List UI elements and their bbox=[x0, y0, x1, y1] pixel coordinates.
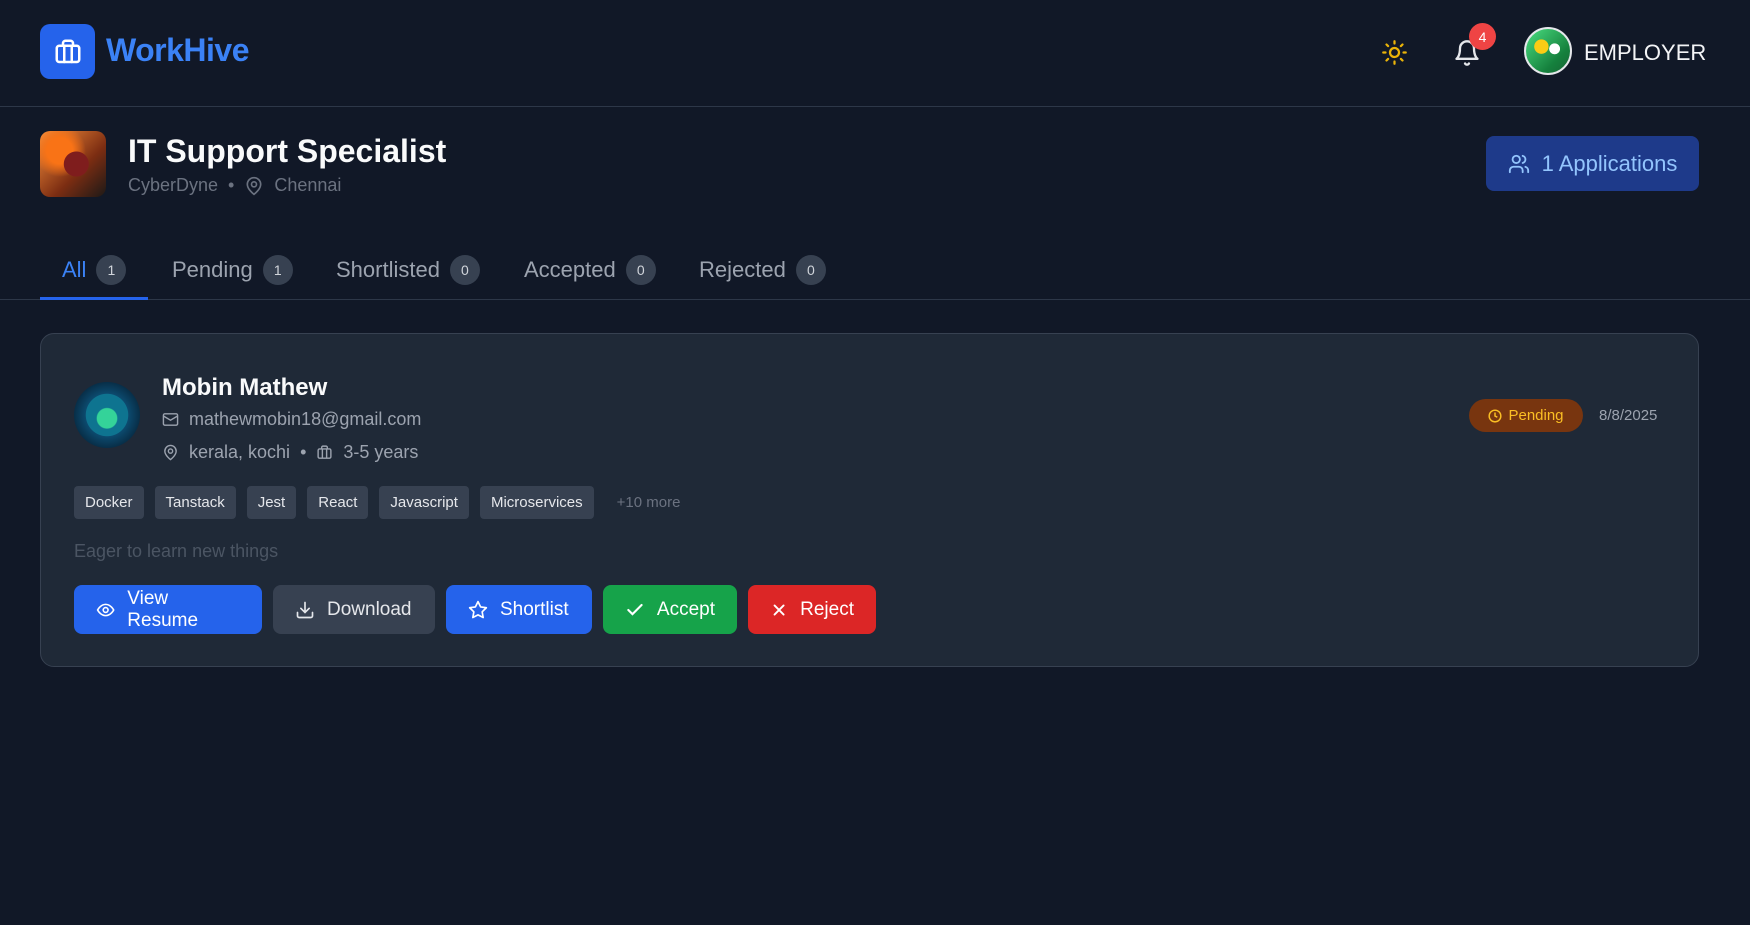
view-resume-button[interactable]: View Resume bbox=[74, 585, 262, 634]
download-button[interactable]: Download bbox=[273, 585, 435, 634]
tab-rejected[interactable]: Rejected 0 bbox=[699, 240, 826, 299]
tab-label: Rejected bbox=[699, 256, 786, 282]
status-label: Pending bbox=[1508, 407, 1564, 424]
user-avatar[interactable] bbox=[1524, 27, 1572, 75]
skills-list: Docker Tanstack Jest React Javascript Mi… bbox=[74, 486, 680, 519]
shortlist-button[interactable]: Shortlist bbox=[446, 585, 592, 634]
tab-label: All bbox=[62, 256, 87, 282]
tab-accepted[interactable]: Accepted 0 bbox=[524, 240, 656, 299]
job-location: Chennai bbox=[274, 175, 342, 195]
skill-tag: Microservices bbox=[479, 486, 594, 519]
view-resume-label: View Resume bbox=[127, 587, 199, 631]
user-role-label[interactable]: EMPLOYER bbox=[1584, 40, 1706, 66]
check-icon bbox=[627, 603, 643, 616]
notification-count-badge: 4 bbox=[1469, 23, 1496, 50]
briefcase-icon bbox=[317, 445, 332, 459]
logo[interactable] bbox=[40, 24, 95, 79]
meta-separator: • bbox=[228, 175, 235, 195]
applicant-card: Mobin Mathew mathewmobin18@gmail.com ker… bbox=[40, 333, 1699, 667]
tab-count: 1 bbox=[96, 254, 127, 285]
mail-icon bbox=[162, 413, 179, 426]
cover-note: Eager to learn new things bbox=[74, 541, 279, 561]
map-pin-icon bbox=[164, 444, 177, 461]
tab-count: 0 bbox=[795, 254, 826, 285]
applicant-experience: 3-5 years bbox=[343, 442, 419, 462]
tab-count: 0 bbox=[625, 254, 656, 285]
applicant-details-row: kerala, kochi • 3-5 years bbox=[162, 442, 418, 463]
tab-count: 0 bbox=[449, 254, 480, 285]
more-skills-link[interactable]: +10 more bbox=[617, 494, 681, 511]
status-tabs: All 1 Pending 1 Shortlisted 0 Accepted 0… bbox=[0, 240, 1750, 300]
reject-button[interactable]: Reject bbox=[748, 585, 876, 634]
reject-label: Reject bbox=[800, 598, 854, 620]
top-navbar: WorkHive 4 EMPLOYER bbox=[0, 0, 1750, 107]
applicant-email: mathewmobin18@gmail.com bbox=[189, 409, 422, 429]
skill-tag: Docker bbox=[74, 486, 144, 519]
briefcase-icon bbox=[55, 39, 80, 63]
download-icon bbox=[296, 601, 314, 618]
brand-name[interactable]: WorkHive bbox=[106, 32, 250, 69]
accept-label: Accept bbox=[656, 598, 715, 620]
tab-count: 1 bbox=[262, 254, 293, 285]
tab-pending[interactable]: Pending 1 bbox=[172, 240, 293, 299]
applications-count-label: 1 Applications bbox=[1541, 150, 1678, 176]
tab-label: Pending bbox=[172, 256, 253, 282]
job-title: IT Support Specialist bbox=[128, 133, 447, 169]
map-pin-icon bbox=[246, 176, 262, 195]
tab-label: Shortlisted bbox=[336, 256, 440, 282]
download-label: Download bbox=[327, 598, 412, 620]
action-buttons: View Resume Download Shortlist Accept Re… bbox=[74, 585, 876, 634]
applications-count-button[interactable]: 1 Applications bbox=[1486, 136, 1699, 191]
theme-toggle-sun-icon[interactable] bbox=[1381, 39, 1408, 66]
eye-icon bbox=[96, 603, 115, 616]
close-icon bbox=[773, 604, 785, 615]
job-meta: CyberDyne • Chennai bbox=[128, 175, 341, 196]
shortlist-label: Shortlist bbox=[500, 598, 569, 620]
tab-shortlisted[interactable]: Shortlisted 0 bbox=[336, 240, 480, 299]
users-icon bbox=[1508, 154, 1529, 173]
skill-tag: React bbox=[307, 486, 369, 519]
company-name: CyberDyne bbox=[128, 175, 219, 195]
accept-button[interactable]: Accept bbox=[603, 585, 737, 634]
skill-tag: Tanstack bbox=[154, 486, 236, 519]
tab-all[interactable]: All 1 bbox=[40, 240, 149, 300]
star-icon bbox=[468, 600, 488, 618]
applied-date: 8/8/2025 bbox=[1599, 407, 1658, 424]
applicant-email-row: mathewmobin18@gmail.com bbox=[162, 409, 421, 430]
status-badge: Pending bbox=[1469, 399, 1583, 432]
tab-label: Accepted bbox=[524, 256, 616, 282]
applicant-name: Mobin Mathew bbox=[162, 374, 328, 401]
skill-tag: Javascript bbox=[379, 486, 469, 519]
applicant-location: kerala, kochi bbox=[189, 442, 291, 462]
clock-icon bbox=[1488, 408, 1503, 423]
skill-tag: Jest bbox=[246, 486, 297, 519]
company-logo bbox=[40, 131, 106, 197]
detail-separator: • bbox=[300, 442, 307, 462]
applicant-avatar bbox=[74, 382, 140, 448]
